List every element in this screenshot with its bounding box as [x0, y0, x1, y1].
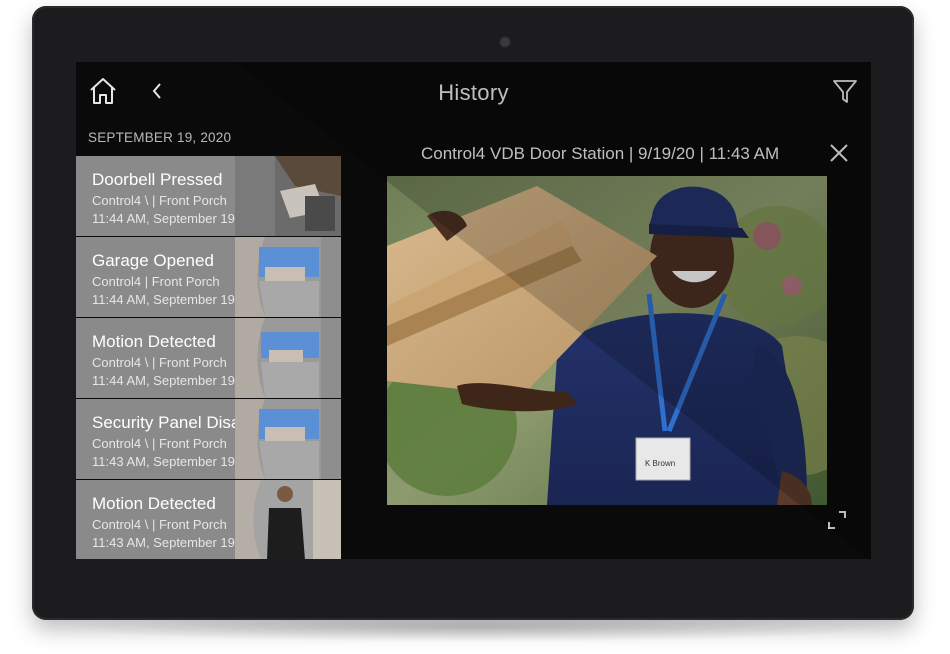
event-text: Doorbell Pressed Control4 \ | Front Porc…	[92, 170, 237, 228]
event-row-motion-detected-2[interactable]: Motion Detected Control4 \ | Front Porch…	[76, 480, 341, 559]
event-title: Motion Detected	[92, 494, 216, 513]
event-time: 11:44 AM, September 19	[92, 211, 235, 226]
event-thumbnail	[235, 399, 341, 479]
badge-text: K Brown	[645, 459, 675, 468]
event-text: Motion Detected Control4 \ | Front Porch…	[92, 494, 237, 552]
event-title: Doorbell Pressed	[92, 170, 223, 189]
event-row-doorbell-pressed[interactable]: Doorbell Pressed Control4 \ | Front Porc…	[76, 156, 341, 236]
expand-icon	[828, 511, 846, 529]
event-thumbnail	[235, 480, 341, 559]
screen: History SEPTEMBER 19, 2020 Doorbell Pres…	[76, 62, 871, 559]
filter-button[interactable]	[831, 77, 859, 105]
event-time: 11:43 AM, September 19	[92, 454, 235, 469]
event-source: Control4 \ | Front Porch	[92, 193, 227, 208]
event-title: Garage Opened	[92, 251, 214, 270]
event-source: Control4 \ | Front Porch	[92, 355, 227, 370]
event-title: Security Panel Disarmed	[92, 413, 237, 432]
close-icon	[830, 144, 848, 162]
page-title: History	[438, 80, 509, 105]
event-thumbnail	[235, 237, 341, 317]
event-text: Security Panel Disarmed Control4 \ | Fro…	[92, 413, 237, 471]
event-row-garage-opened[interactable]: Garage Opened Control4 | Front Porch 11:…	[76, 237, 341, 317]
snapshot-photo: K Brown	[387, 176, 827, 505]
event-source: Control4 \ | Front Porch	[92, 436, 227, 451]
camera-lens	[499, 36, 511, 48]
event-source: Control4 | Front Porch	[92, 274, 220, 289]
event-time: 11:44 AM, September 19	[92, 373, 235, 388]
event-thumbnail	[235, 156, 341, 236]
detail-caption: Control4 VDB Door Station | 9/19/20 | 11…	[421, 144, 780, 163]
event-thumbnail	[235, 318, 341, 398]
filter-icon	[833, 80, 857, 103]
date-section-header: SEPTEMBER 19, 2020	[88, 130, 232, 145]
header-bar: History	[76, 62, 871, 124]
event-time: 11:44 AM, September 19	[92, 292, 235, 307]
event-row-motion-detected[interactable]: Motion Detected Control4 \ | Front Porch…	[76, 318, 341, 398]
event-title: Motion Detected	[92, 332, 216, 351]
event-list[interactable]: Doorbell Pressed Control4 \ | Front Porc…	[76, 156, 341, 559]
doorbell-snapshot[interactable]: K Brown	[387, 176, 827, 505]
event-text: Garage Opened Control4 | Front Porch 11:…	[92, 251, 237, 309]
event-source: Control4 \ | Front Porch	[92, 517, 227, 532]
event-time: 11:43 AM, September 19	[92, 535, 235, 550]
event-text: Motion Detected Control4 \ | Front Porch…	[92, 332, 237, 390]
expand-button[interactable]	[826, 509, 848, 531]
close-button[interactable]	[828, 142, 850, 164]
event-row-security-panel-disarmed[interactable]: Security Panel Disarmed Control4 \ | Fro…	[76, 399, 341, 479]
